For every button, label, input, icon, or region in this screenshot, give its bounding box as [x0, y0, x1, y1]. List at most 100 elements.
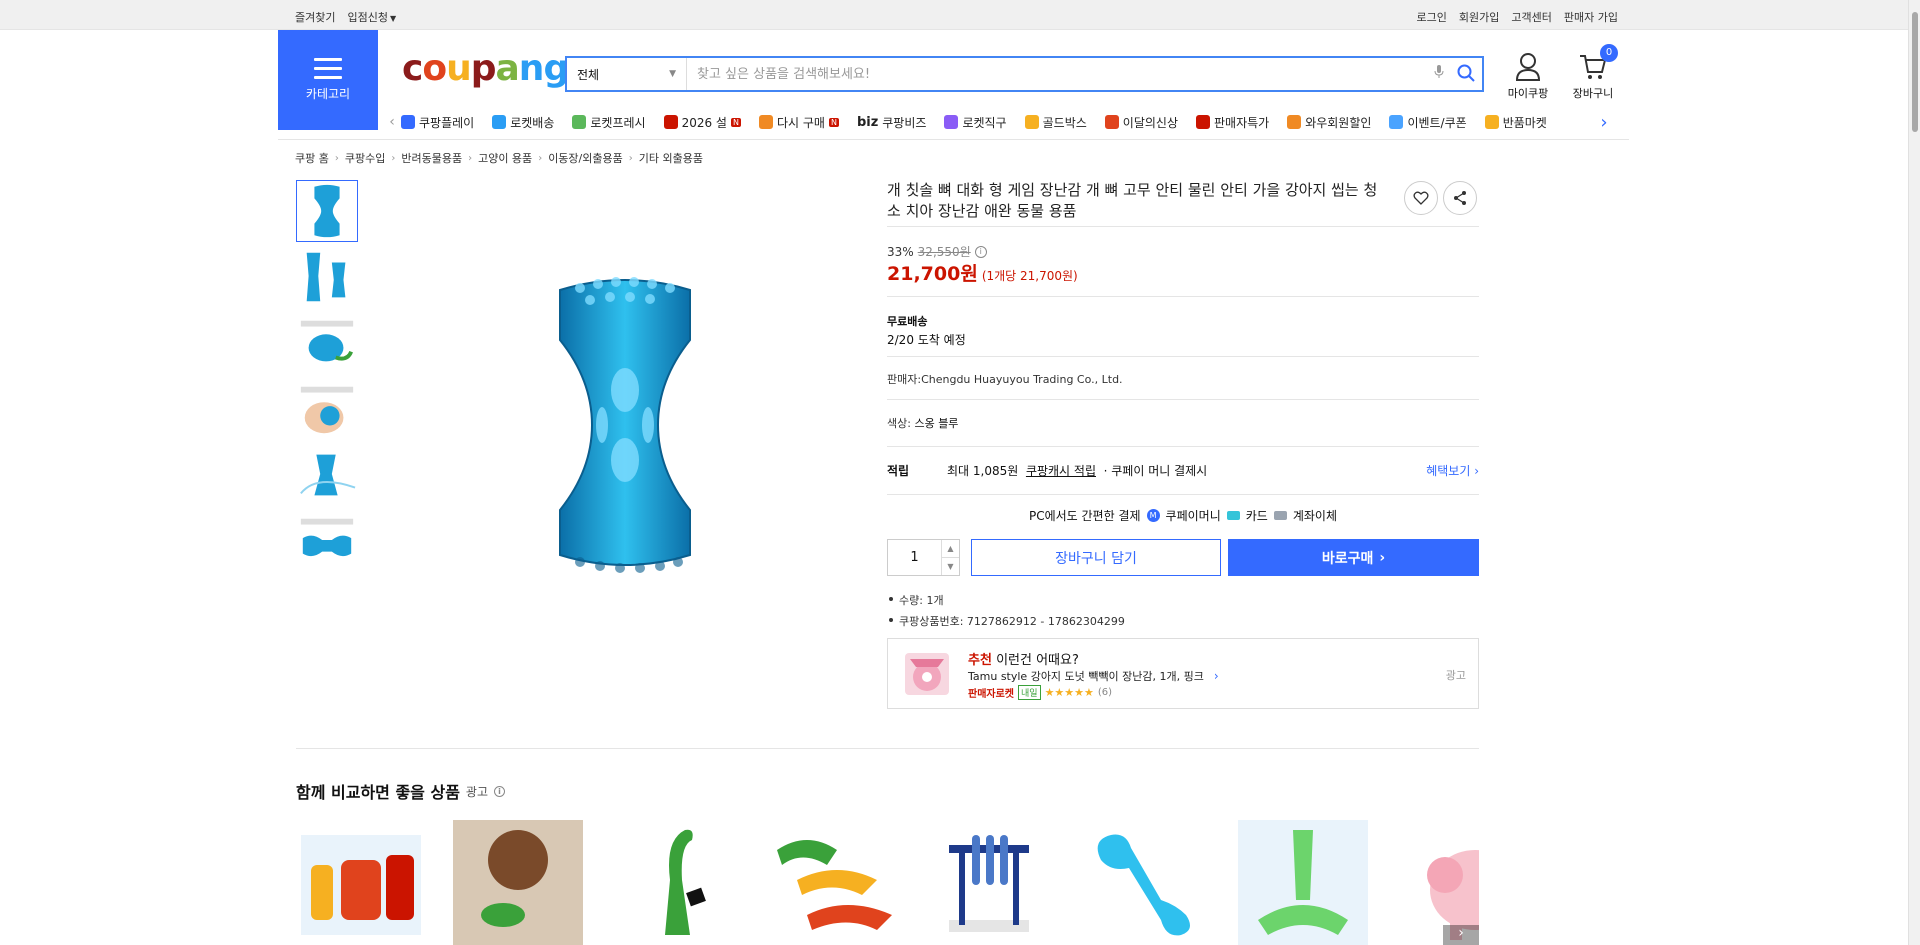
new-badge: N: [828, 117, 839, 127]
divider: [887, 226, 1479, 227]
nav-item[interactable]: 2026 설N: [663, 114, 741, 131]
product-thumbnail[interactable]: [296, 510, 358, 572]
nav-item-icon: [1104, 115, 1119, 129]
nav-item-label: 쿠팡비즈: [882, 115, 927, 130]
compare-product-card[interactable]: [610, 820, 740, 945]
nav-item[interactable]: 이달의신상: [1104, 114, 1178, 131]
compare-product-card[interactable]: [1081, 820, 1211, 945]
product-thumbnail[interactable]: [296, 180, 358, 242]
discount-row: 33% 32,550원 i: [887, 243, 987, 260]
nav-item-icon: biz: [856, 115, 879, 130]
breadcrumb-item[interactable]: 반려동물용품: [401, 150, 462, 166]
detail-item: 수량: 1개: [887, 592, 1125, 608]
quantity-down-icon[interactable]: ▼: [942, 557, 959, 575]
mycoupang-button[interactable]: 마이쿠팡: [1507, 52, 1549, 101]
search-scope-select[interactable]: 전체 ▼: [567, 58, 687, 90]
nav-prev-icon[interactable]: ‹: [383, 114, 401, 130]
compare-product-card[interactable]: [1238, 820, 1368, 945]
payment-method: 계좌이체: [1292, 509, 1338, 523]
nav-item[interactable]: 와우회원할인: [1287, 114, 1371, 131]
nav-item[interactable]: 쿠팡플레이: [401, 114, 474, 131]
nav-item-icon: [492, 115, 507, 129]
nav-next-icon[interactable]: ›: [1595, 112, 1613, 133]
quantity-value[interactable]: 1: [888, 540, 941, 575]
product-thumbnail[interactable]: [296, 246, 358, 308]
recommend-product-name[interactable]: Tamu style 강아지 도넛 빽빽이 장난감, 1개, 핑크 ›: [968, 668, 1219, 684]
section-divider: [296, 748, 1479, 749]
nav-item-label: 골드박스: [1042, 115, 1087, 130]
nav-item[interactable]: 골드박스: [1024, 114, 1087, 131]
product-thumbnail[interactable]: [296, 444, 358, 506]
price-row: 21,700원 (1개당 21,700원): [887, 259, 1078, 286]
search-icon[interactable]: [1450, 64, 1482, 85]
coupay-icon: M: [1146, 509, 1160, 522]
search-input[interactable]: [687, 58, 1428, 90]
coupang-logo[interactable]: coupang: [402, 48, 569, 89]
bookmark-link[interactable]: 즐겨찾기: [295, 9, 335, 25]
nav-item[interactable]: 반품마켓: [1484, 114, 1547, 131]
nav-item-label: 판매자특가: [1213, 115, 1270, 130]
compare-product-card[interactable]: [453, 820, 583, 945]
caret-down-icon: ▼: [389, 14, 397, 23]
compare-product-card[interactable]: [767, 820, 897, 945]
nav-item[interactable]: 이벤트/쿠폰: [1389, 114, 1467, 131]
benefit-link[interactable]: 혜택보기 ›: [1426, 462, 1479, 479]
seller-info[interactable]: 판매자:Chengdu Huayuyou Trading Co., Ltd.: [887, 371, 1123, 387]
share-icon[interactable]: [1443, 181, 1477, 215]
rating-stars: ★★★★★: [1044, 686, 1094, 699]
card-icon: [1226, 511, 1240, 520]
category-button[interactable]: 카테고리: [278, 30, 378, 130]
buy-now-button[interactable]: 바로구매 ›: [1228, 539, 1479, 576]
compare-product-card[interactable]: [924, 820, 1054, 945]
breadcrumb-item[interactable]: 이동장/외출용품: [548, 150, 623, 166]
discount-rate: 33%: [887, 244, 914, 259]
coupang-cash-link[interactable]: 쿠팡캐시 적립: [1026, 464, 1096, 478]
seller-apply-link[interactable]: 입점신청 ▼: [347, 9, 396, 25]
signup-link[interactable]: 회원가입: [1459, 9, 1499, 25]
chevron-down-icon: ▼: [669, 69, 676, 79]
login-link[interactable]: 로그인: [1417, 9, 1447, 25]
microphone-icon[interactable]: [1428, 65, 1450, 83]
cart-count-badge: 0: [1600, 44, 1618, 62]
quantity-stepper[interactable]: 1 ▲ ▼: [887, 539, 960, 576]
divider: [887, 494, 1479, 495]
nav-item-label: 이달의신상: [1122, 115, 1178, 130]
nav-item[interactable]: 판매자특가: [1195, 114, 1270, 131]
seller-signup-link[interactable]: 판매자 가입: [1564, 9, 1618, 25]
info-icon[interactable]: i: [494, 785, 506, 797]
bank-icon: [1273, 511, 1287, 520]
cart-label: 장바구니: [1572, 87, 1614, 100]
nav-item[interactable]: 로켓프레시: [572, 114, 646, 131]
nav-item-icon: [1287, 115, 1302, 129]
add-to-cart-button[interactable]: 장바구니 담기: [971, 539, 1221, 576]
delivery-tag: 내일: [1018, 685, 1041, 700]
recommendation-box[interactable]: 추천 이런건 어때요? Tamu style 강아지 도넛 빽빽이 장난감, 1…: [887, 638, 1479, 709]
breadcrumb-item[interactable]: 고양이 용품: [478, 150, 532, 166]
sale-price: 21,700원: [887, 263, 978, 285]
nav-item-label: 다시 구매: [776, 115, 825, 130]
cart-button[interactable]: 0 장바구니: [1568, 44, 1618, 101]
recommend-product-image[interactable]: [902, 649, 952, 699]
nav-item-label: 반품마켓: [1502, 115, 1547, 130]
product-thumbnail[interactable]: [296, 378, 358, 440]
chevron-right-icon: ›: [334, 152, 339, 164]
breadcrumb-item[interactable]: 쿠팡 홈: [295, 150, 329, 166]
product-main-image[interactable]: [540, 270, 710, 580]
category-label: 카테고리: [305, 87, 351, 101]
quantity-up-icon[interactable]: ▲: [942, 540, 959, 557]
nav-item[interactable]: 로켓직구: [944, 114, 1007, 131]
wishlist-heart-icon[interactable]: [1404, 181, 1438, 215]
recommend-meta: 판매자로켓 내일 ★★★★★ (6): [968, 685, 1112, 700]
nav-item[interactable]: 로켓배송: [492, 114, 554, 131]
customer-center-link[interactable]: 고객센터: [1511, 9, 1551, 25]
breadcrumb-item[interactable]: 기타 외출용품: [639, 150, 703, 166]
product-thumbnail[interactable]: [296, 312, 358, 374]
carousel-next-icon[interactable]: ›: [1443, 925, 1479, 945]
info-icon[interactable]: i: [974, 245, 987, 258]
compare-product-card[interactable]: [296, 820, 426, 945]
search-scope-value: 전체: [577, 67, 600, 82]
nav-item[interactable]: 다시 구매 N: [758, 114, 839, 131]
scrollbar[interactable]: [1908, 0, 1920, 945]
breadcrumb-item[interactable]: 쿠팡수입: [345, 150, 385, 166]
nav-item[interactable]: biz 쿠팡비즈: [857, 114, 927, 131]
